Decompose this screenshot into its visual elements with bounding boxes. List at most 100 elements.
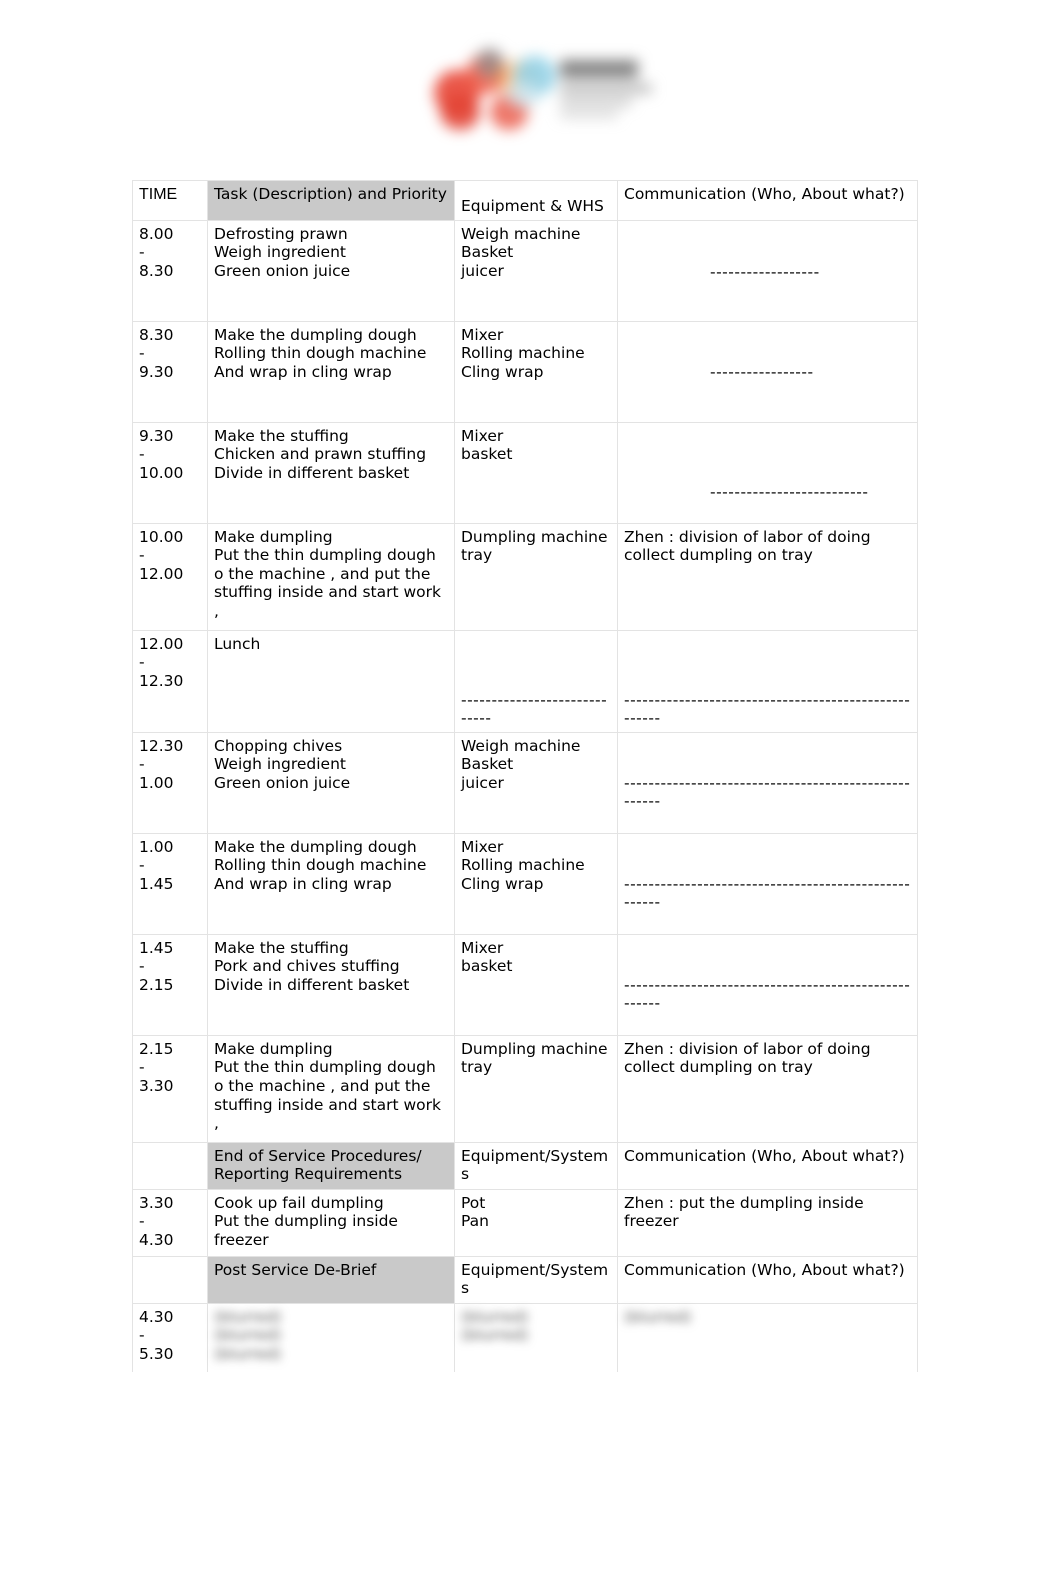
communication-dashes: ----------------------------------------… <box>624 690 911 728</box>
logo-tagline-3 <box>560 111 618 118</box>
task-line: (blurred) <box>214 1307 282 1326</box>
task-line: Weigh ingredient <box>214 755 346 774</box>
cell-equipment: Dumpling machine tray <box>454 1034 618 1143</box>
cell-equipment: Mixer Rolling machine Cling wrap <box>454 832 618 935</box>
table-row: 9.30 - 10.00 Make the stuffing Chicken a… <box>132 421 918 524</box>
table-row: 1.45 - 2.15 Make the stuffing Pork and c… <box>132 933 918 1036</box>
cell-communication: ------------------ <box>617 219 918 322</box>
task-line: Make the dumpling dough <box>214 325 417 344</box>
equipment-line: basket <box>461 957 513 976</box>
table-row: 2.15 - 3.30 Make dumpling Put the thin d… <box>132 1034 918 1143</box>
time-dash: - <box>139 1326 145 1345</box>
cell-task: Lunch <box>207 629 455 733</box>
time-dash: - <box>139 957 145 976</box>
cell-equipment: Mixer Rolling machine Cling wrap <box>454 320 618 423</box>
cell-task: Chopping chives Weigh ingredient Green o… <box>207 731 455 834</box>
time-end: 12.00 <box>139 564 184 583</box>
equipment-line: Mixer <box>461 426 504 445</box>
header-equipment: Equipment & WHS <box>454 180 618 221</box>
task-line: Green onion juice <box>214 773 351 792</box>
task-line: , <box>214 1114 219 1133</box>
cell-time: 8.30 - 9.30 <box>132 320 208 423</box>
equipment-line: Weigh machine <box>461 736 581 755</box>
cell-task: Make the dumpling dough Rolling thin dou… <box>207 320 455 423</box>
page-bottom-margin <box>0 1372 1062 1572</box>
cell-equipment: ----------------------------- <box>454 629 618 733</box>
cell-task: Make dumpling Put the thin dumpling doug… <box>207 1034 455 1143</box>
equipment-line: Rolling machine <box>461 344 585 363</box>
cell-task: Make the stuffing Chicken and prawn stuf… <box>207 421 455 524</box>
task-line: Pork and chives stuffing <box>214 957 400 976</box>
time-start: 12.00 <box>139 634 184 653</box>
section-communication-label: Communication (Who, About what?) <box>617 1255 918 1304</box>
task-line: Put the dumpling inside freezer <box>214 1212 398 1249</box>
table-header-row: TIME Task (Description) and Priority Equ… <box>132 180 918 221</box>
cell-equipment: Mixer basket <box>454 421 618 524</box>
time-end: 1.00 <box>139 773 174 792</box>
equipment-line: Cling wrap <box>461 362 544 381</box>
equipment-line: Pan <box>461 1212 489 1231</box>
section-title-end-of-service: End of Service Procedures/ Reporting Req… <box>207 1141 455 1190</box>
equipment-line: Basket <box>461 755 514 774</box>
cell-equipment: Weigh machine Basket juicer <box>454 219 618 322</box>
equipment-line: tray <box>461 1058 493 1077</box>
table-row: 3.30 - 4.30 Cook up fail dumpling Put th… <box>132 1188 918 1257</box>
equipment-line: tray <box>461 546 493 565</box>
equipment-line: (blurred) <box>461 1326 529 1345</box>
time-start: 8.30 <box>139 325 174 344</box>
time-end: 1.45 <box>139 874 174 893</box>
time-dash: - <box>139 243 145 262</box>
equipment-line: Dumpling machine <box>461 527 608 546</box>
logo-graphic <box>432 42 652 134</box>
service-plan-sheet: TIME Task (Description) and Priority Equ… <box>132 180 918 1375</box>
equipment-line: Rolling machine <box>461 856 585 875</box>
cell-equipment: (blurred) (blurred) <box>454 1302 618 1375</box>
task-line: Divide in different basket <box>214 463 410 482</box>
cell-equipment: Mixer basket <box>454 933 618 1036</box>
cell-time: 10.00 - 12.00 <box>132 522 208 631</box>
cell-time: 1.45 - 2.15 <box>132 933 208 1036</box>
cell-communication: ----------------------------------------… <box>617 731 918 834</box>
table-row: 1.00 - 1.45 Make the dumpling dough Roll… <box>132 832 918 935</box>
equipment-line: Mixer <box>461 837 504 856</box>
task-line: Rolling thin dough machine <box>214 856 427 875</box>
equipment-line: Dumpling machine <box>461 1039 608 1058</box>
cell-task: Make dumpling Put the thin dumpling doug… <box>207 522 455 631</box>
equipment-line: Mixer <box>461 938 504 957</box>
cell-time-empty <box>132 1255 208 1304</box>
cell-task: Make the stuffing Pork and chives stuffi… <box>207 933 455 1036</box>
time-dash: - <box>139 856 145 875</box>
logo-tagline-1 <box>560 84 652 93</box>
time-start: 12.30 <box>139 736 184 755</box>
time-start: 4.30 <box>139 1307 174 1326</box>
time-dash: - <box>139 1058 145 1077</box>
section-equipment-label: Equipment/Systems <box>454 1141 618 1190</box>
task-line: Rolling thin dough machine <box>214 344 427 363</box>
communication-dashes: ----------------------------------------… <box>624 773 911 811</box>
cell-task: Defrosting prawn Weigh ingredient Green … <box>207 219 455 322</box>
task-line: Make the stuffing <box>214 938 349 957</box>
cell-communication: ----------------- <box>617 320 918 423</box>
equipment-line: basket <box>461 445 513 464</box>
logo-tagline-2 <box>560 98 632 106</box>
header-task: Task (Description) and Priority <box>207 180 455 221</box>
cell-time: 9.30 - 10.00 <box>132 421 208 524</box>
task-line: (blurred) <box>214 1326 282 1345</box>
cell-task: Cook up fail dumpling Put the dumpling i… <box>207 1188 455 1257</box>
time-start: 1.00 <box>139 837 174 856</box>
cell-time: 12.00 - 12.30 <box>132 629 208 733</box>
cell-time: 3.30 - 4.30 <box>132 1188 208 1257</box>
time-end: 3.30 <box>139 1076 174 1095</box>
cell-time: 8.00 - 8.30 <box>132 219 208 322</box>
task-line: Put the thin dumpling dough o the machin… <box>214 546 441 602</box>
cell-equipment: Dumpling machine tray <box>454 522 618 631</box>
time-dash: - <box>139 1212 145 1231</box>
time-end: 12.30 <box>139 671 184 690</box>
task-line: Lunch <box>214 634 261 653</box>
equipment-line: juicer <box>461 261 504 280</box>
task-line: (blurred) <box>214 1344 282 1363</box>
time-start: 10.00 <box>139 527 184 546</box>
cell-equipment: Pot Pan <box>454 1188 618 1257</box>
equipment-line: Pot <box>461 1193 486 1212</box>
section-communication-label: Communication (Who, About what?) <box>617 1141 918 1190</box>
